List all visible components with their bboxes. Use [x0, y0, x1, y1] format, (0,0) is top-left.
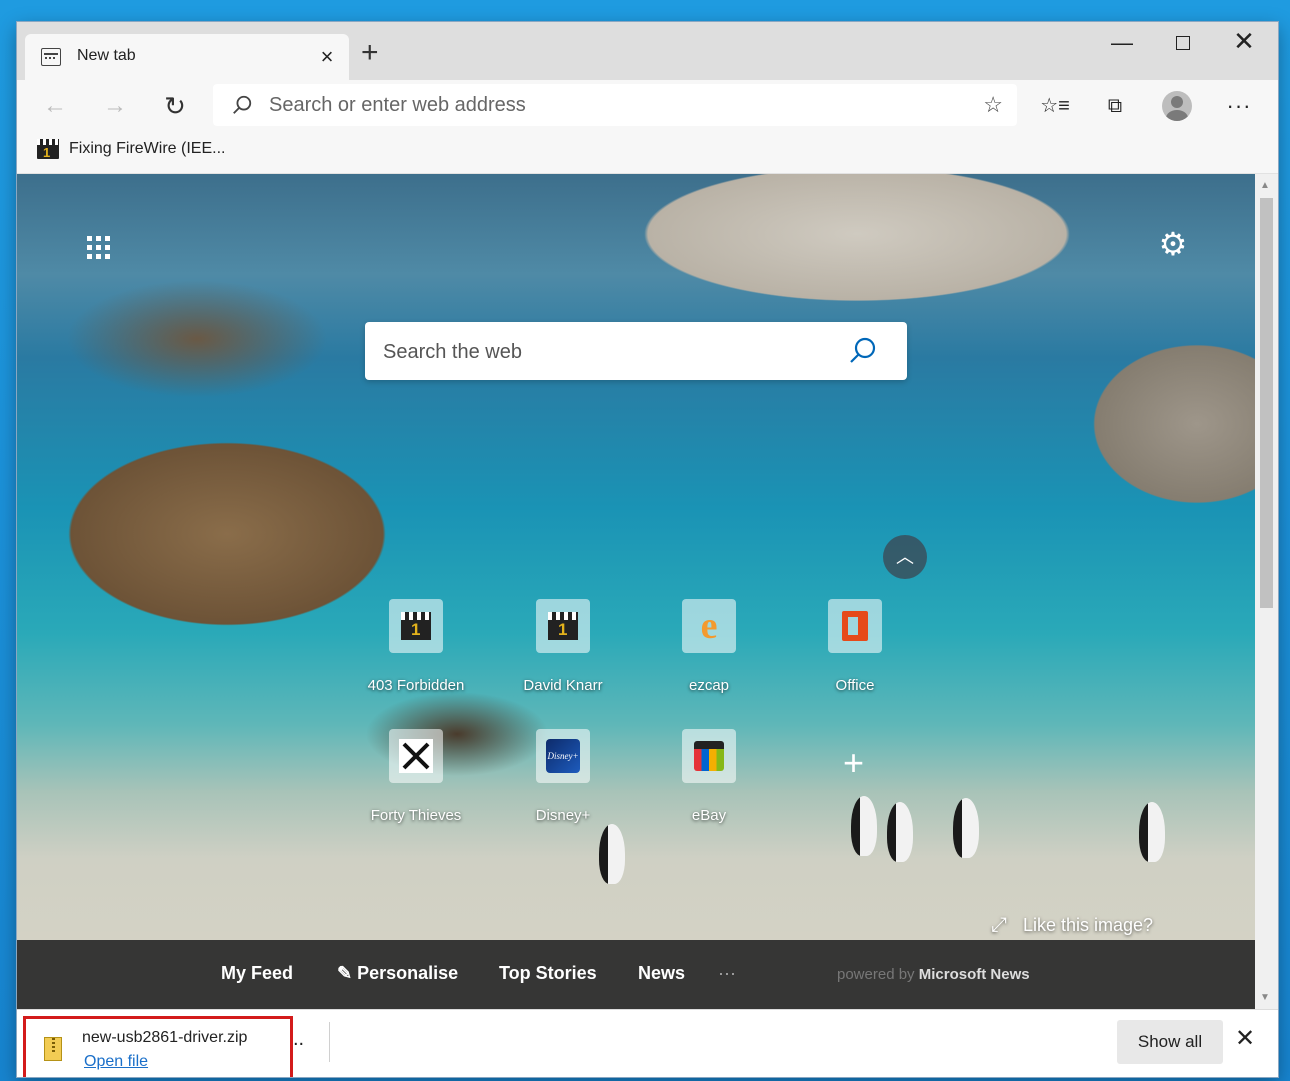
- clapperboard-icon: [401, 612, 431, 640]
- new-tab-page: ⚙ ︿ 403 Forbidden David Knarr e ezcap: [17, 174, 1255, 1009]
- tile-icon-box: [828, 599, 882, 653]
- penguin-image: [1139, 802, 1165, 862]
- page-scrollbar[interactable]: ▲ ▼: [1255, 174, 1278, 1009]
- collections-icon[interactable]: ⧉: [1099, 90, 1131, 122]
- web-search-box[interactable]: [365, 322, 907, 380]
- tile-label: Forty Thieves: [370, 807, 462, 824]
- collapse-chevron-up-icon[interactable]: ︿: [883, 535, 927, 579]
- penguin-image: [953, 798, 979, 858]
- profile-button[interactable]: [1161, 90, 1193, 122]
- scroll-down-arrow-icon[interactable]: ▼: [1260, 992, 1270, 1003]
- powered-by-label: powered by Microsoft News: [837, 966, 1030, 983]
- download-file-name: new-usb2861-driver.zip: [82, 1029, 248, 1046]
- tile-icon-box: [389, 729, 443, 783]
- penguin-image: [887, 802, 913, 862]
- newtab-page-icon: [41, 48, 61, 66]
- ebay-bag-icon: [694, 741, 724, 771]
- address-bar[interactable]: ☆: [213, 84, 1017, 126]
- browser-window: New tab × + — ✕ ← → ↻ ☆ ☆≡ ⧉ ··· Fixing …: [17, 22, 1278, 1077]
- like-image-label: Like this image?: [1023, 915, 1154, 935]
- news-feed-bar: My Feed ✎ Personalise Top Stories News ·…: [17, 940, 1255, 1009]
- quick-link-403-forbidden[interactable]: 403 Forbidden: [361, 599, 471, 694]
- settings-more-button[interactable]: ···: [1223, 90, 1255, 122]
- crossed-swords-icon: [399, 739, 433, 773]
- tile-label: eBay: [691, 807, 727, 824]
- divider: [329, 1022, 330, 1062]
- tile-icon-box: [389, 599, 443, 653]
- like-this-image[interactable]: ⤢ Like this image?: [991, 914, 1153, 937]
- powered-by-text: powered by: [837, 966, 915, 983]
- quick-link-ebay[interactable]: eBay: [654, 729, 764, 824]
- maximize-button[interactable]: [1160, 30, 1206, 60]
- tile-label: ezcap: [688, 677, 730, 694]
- ezcap-e-icon: e: [700, 605, 718, 647]
- quick-link-office[interactable]: Office: [800, 599, 910, 694]
- disney-icon: Disney+: [546, 739, 580, 773]
- tile-icon-box: [536, 599, 590, 653]
- clapperboard-icon: [37, 139, 59, 160]
- news-provider: Microsoft News: [918, 966, 1030, 983]
- avatar: [1162, 91, 1192, 121]
- tile-icon-box: e: [682, 599, 736, 653]
- feed-more-button[interactable]: ···: [718, 963, 736, 984]
- download-bar: new-usb2861-driver.zip Open file .. Show…: [17, 1009, 1278, 1077]
- quick-link-disney-plus[interactable]: Disney+ Disney+: [508, 729, 618, 824]
- download-item[interactable]: new-usb2861-driver.zip Open file: [23, 1016, 293, 1077]
- expand-icon: ⤢: [991, 914, 1007, 936]
- tab-new-tab[interactable]: New tab ×: [25, 34, 349, 80]
- page-settings-gear-icon[interactable]: ⚙: [1155, 226, 1191, 262]
- favorites-bar: Fixing FireWire (IEE...: [17, 130, 1278, 174]
- feed-tab-my-feed[interactable]: My Feed: [221, 963, 293, 984]
- penguin-image: [851, 796, 877, 856]
- tile-label: David Knarr: [523, 677, 603, 694]
- scroll-up-arrow-icon[interactable]: ▲: [1260, 180, 1270, 191]
- tile-icon-box: [682, 729, 736, 783]
- feed-tab-top-stories[interactable]: Top Stories: [499, 963, 597, 984]
- search-icon[interactable]: [847, 336, 877, 366]
- quick-link-david-knarr[interactable]: David Knarr: [508, 599, 618, 694]
- scrollbar-thumb[interactable]: [1260, 198, 1273, 608]
- tile-label: Disney+: [535, 807, 591, 824]
- maximize-icon: [1176, 36, 1190, 50]
- tile-label: Office: [835, 677, 875, 694]
- zip-file-icon: [44, 1037, 62, 1061]
- tile-icon-box: Disney+: [536, 729, 590, 783]
- minimize-button[interactable]: —: [1099, 30, 1145, 60]
- tab-close-icon[interactable]: ×: [315, 44, 339, 70]
- toolbar: ← → ↻ ☆ ☆≡ ⧉ ···: [17, 80, 1278, 130]
- address-input[interactable]: [269, 92, 949, 118]
- refresh-button[interactable]: ↻: [157, 88, 193, 124]
- search-icon: [233, 95, 252, 114]
- app-launcher-icon[interactable]: [87, 236, 111, 260]
- tab-strip: New tab × + — ✕: [17, 22, 1278, 80]
- show-all-button[interactable]: Show all: [1117, 1020, 1223, 1064]
- forward-button[interactable]: →: [97, 88, 133, 124]
- download-more-options[interactable]: ..: [293, 1028, 304, 1051]
- tile-label: 403 Forbidden: [367, 677, 465, 694]
- back-button[interactable]: ←: [37, 88, 73, 124]
- tab-title: New tab: [77, 47, 136, 64]
- feed-tab-news[interactable]: News: [638, 963, 685, 984]
- open-file-link[interactable]: Open file: [84, 1053, 148, 1071]
- favorite-item[interactable]: Fixing FireWire (IEE...: [37, 139, 226, 160]
- clapperboard-icon: [548, 612, 578, 640]
- new-tab-button[interactable]: +: [361, 36, 379, 70]
- quick-link-ezcap[interactable]: e ezcap: [654, 599, 764, 694]
- office-icon: [842, 611, 868, 641]
- favorite-star-icon[interactable]: ☆: [983, 92, 1003, 118]
- favorite-label: Fixing FireWire (IEE...: [69, 140, 226, 157]
- web-search-input[interactable]: [383, 338, 823, 366]
- close-download-bar-icon[interactable]: ✕: [1235, 1024, 1255, 1053]
- add-quick-link-button[interactable]: +: [843, 742, 864, 784]
- favorites-icon[interactable]: ☆≡: [1039, 90, 1071, 122]
- feed-personalise-button[interactable]: ✎ Personalise: [337, 963, 458, 984]
- close-window-button[interactable]: ✕: [1221, 26, 1267, 56]
- penguin-image: [599, 824, 625, 884]
- quick-link-forty-thieves[interactable]: Forty Thieves: [361, 729, 471, 824]
